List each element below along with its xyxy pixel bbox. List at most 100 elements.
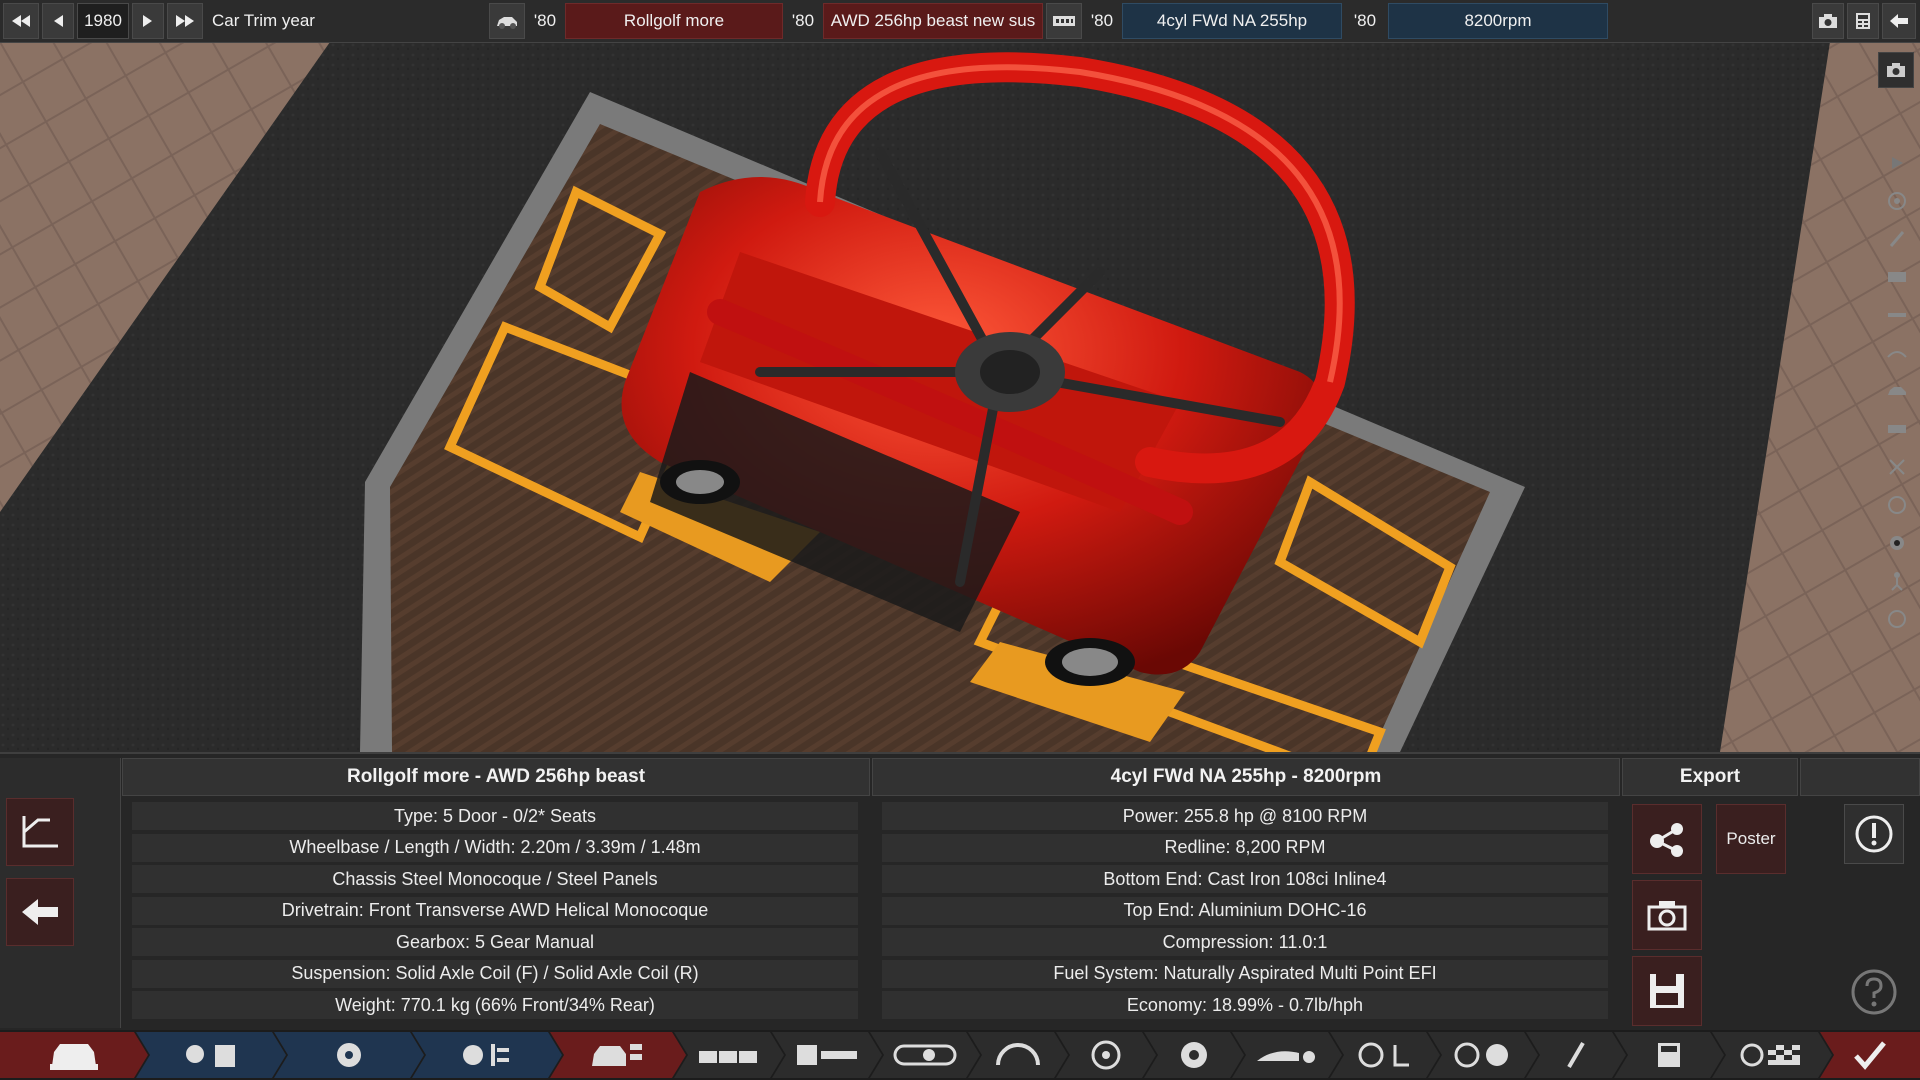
engine-compression-row: Compression: 11.0:1 bbox=[882, 928, 1608, 956]
car-type-row: Type: 5 Door - 0/2* Seats bbox=[132, 802, 858, 830]
calculator-icon bbox=[1656, 1041, 1682, 1069]
car-model-icon-button[interactable] bbox=[489, 3, 525, 39]
save-button[interactable] bbox=[1632, 956, 1702, 1026]
car-render-scene[interactable] bbox=[0, 42, 1920, 752]
sidebar-settings-button[interactable] bbox=[1880, 526, 1914, 560]
suspension-icon bbox=[996, 1043, 1040, 1067]
model-name-field[interactable]: Rollgolf more bbox=[565, 3, 783, 39]
next-year-button[interactable] bbox=[132, 3, 164, 39]
variant-name-field[interactable]: 8200rpm bbox=[1388, 3, 1608, 39]
export-header-filler bbox=[1800, 758, 1920, 796]
step-safety[interactable] bbox=[1428, 1032, 1538, 1078]
suspension-icon bbox=[1889, 459, 1905, 475]
car-trim-icon bbox=[590, 1040, 646, 1070]
car-weight-row: Weight: 770.1 kg (66% Front/34% Rear) bbox=[132, 991, 858, 1019]
calculator-button[interactable] bbox=[1847, 3, 1879, 39]
brush-icon bbox=[1889, 231, 1905, 247]
sidebar-engine-button[interactable] bbox=[1880, 260, 1914, 294]
car-front-icon bbox=[46, 1038, 102, 1072]
step-car-model[interactable] bbox=[0, 1032, 148, 1078]
designer-steps-bar bbox=[0, 1030, 1920, 1080]
engine-block-icon bbox=[1053, 16, 1075, 26]
step-engine-parts[interactable] bbox=[412, 1032, 562, 1078]
step-engine-family[interactable] bbox=[136, 1032, 286, 1078]
aero-icon bbox=[1255, 1043, 1319, 1067]
prev-icon bbox=[54, 15, 63, 27]
fixtures-icon bbox=[1561, 1041, 1591, 1069]
drivetrain-icon bbox=[795, 1043, 859, 1067]
top-bar: 1980 Car Trim year '80 Rollgolf more '80… bbox=[0, 0, 1920, 43]
settings-icon bbox=[1890, 536, 1904, 550]
car-summary-list: Type: 5 Door - 0/2* Seats Wheelbase / Le… bbox=[132, 802, 858, 1023]
help-button[interactable] bbox=[1844, 962, 1904, 1022]
sidebar-suspension-button[interactable] bbox=[1880, 450, 1914, 484]
back-button-top[interactable] bbox=[1882, 3, 1916, 39]
trim-name-field[interactable]: AWD 256hp beast new sus bbox=[823, 3, 1043, 39]
year-display[interactable]: 1980 bbox=[77, 3, 129, 39]
warning-icon bbox=[1855, 815, 1893, 853]
engine-economy-row: Economy: 18.99% - 0.7lb/hph bbox=[882, 991, 1608, 1019]
help-icon bbox=[1851, 969, 1897, 1015]
calculator-icon bbox=[1856, 13, 1870, 29]
step-drivetrain[interactable] bbox=[772, 1032, 882, 1078]
engine-icon-button[interactable] bbox=[1046, 3, 1082, 39]
sidebar-body-button[interactable] bbox=[1880, 298, 1914, 332]
car-dimensions-row: Wheelbase / Length / Width: 2.20m / 3.39… bbox=[132, 833, 858, 862]
engine-block-icon bbox=[329, 1040, 369, 1070]
step-car-body[interactable] bbox=[550, 1032, 686, 1078]
step-costs[interactable] bbox=[1614, 1032, 1724, 1078]
variant-year: '80 bbox=[1353, 11, 1377, 30]
sidebar-fixture-button[interactable] bbox=[1880, 336, 1914, 370]
export-photo-button[interactable] bbox=[1632, 880, 1702, 950]
viewport-tools bbox=[1876, 42, 1920, 642]
back-button[interactable] bbox=[6, 878, 74, 946]
step-interior[interactable] bbox=[1330, 1032, 1440, 1078]
car-icon bbox=[1888, 387, 1906, 395]
interior-icon bbox=[1357, 1041, 1413, 1069]
summary-panel: Rollgolf more - AWD 256hp beast Type: 5 … bbox=[0, 752, 1920, 1032]
gauge-flag-icon bbox=[1740, 1041, 1804, 1069]
engine-family-field[interactable]: 4cyl FWd NA 255hp bbox=[1122, 3, 1342, 39]
3d-viewport[interactable] bbox=[0, 42, 1920, 752]
car-summary-title: Rollgolf more - AWD 256hp beast bbox=[122, 758, 870, 796]
step-wheels[interactable] bbox=[1056, 1032, 1156, 1078]
sidebar-gearbox-button[interactable] bbox=[1880, 412, 1914, 446]
poster-button[interactable]: Poster bbox=[1716, 804, 1786, 874]
step-engine-block[interactable] bbox=[274, 1032, 424, 1078]
step-fixtures[interactable] bbox=[1526, 1032, 1626, 1078]
step-chassis[interactable] bbox=[674, 1032, 784, 1078]
step-testing[interactable] bbox=[1712, 1032, 1832, 1078]
sidebar-circle-button[interactable] bbox=[1880, 602, 1914, 636]
viewport-screenshot-button[interactable] bbox=[1878, 52, 1914, 88]
sidebar-tire-button[interactable] bbox=[1880, 488, 1914, 522]
next-icon bbox=[143, 15, 152, 27]
camera-icon bbox=[1819, 14, 1837, 28]
sidebar-driver-button[interactable] bbox=[1880, 564, 1914, 598]
safety-icon bbox=[1453, 1041, 1513, 1069]
trim-year: '80 bbox=[791, 11, 815, 30]
year-label: Car Trim year bbox=[212, 11, 315, 30]
engine-redline-row: Redline: 8,200 RPM bbox=[882, 833, 1608, 862]
share-button[interactable] bbox=[1632, 804, 1702, 874]
step-aero[interactable] bbox=[1232, 1032, 1342, 1078]
circle-icon bbox=[1888, 610, 1906, 628]
step-gearbox[interactable] bbox=[870, 1032, 980, 1078]
forward-year-button[interactable] bbox=[167, 3, 203, 39]
sidebar-play-button[interactable] bbox=[1880, 146, 1914, 180]
warnings-button[interactable] bbox=[1844, 804, 1904, 864]
car-drivetrain-row: Drivetrain: Front Transverse AWD Helical… bbox=[132, 896, 858, 925]
step-suspension[interactable] bbox=[968, 1032, 1068, 1078]
screenshot-button[interactable] bbox=[1812, 3, 1844, 39]
step-brakes[interactable] bbox=[1144, 1032, 1244, 1078]
wheel-icon bbox=[1090, 1039, 1122, 1071]
driver-icon bbox=[1891, 572, 1903, 591]
sidebar-paint-button[interactable] bbox=[1880, 222, 1914, 256]
sidebar-car-button[interactable] bbox=[1880, 374, 1914, 408]
prev-year-button[interactable] bbox=[42, 3, 74, 39]
rewind-year-button[interactable] bbox=[3, 3, 39, 39]
engine-summary-title: 4cyl FWd NA 255hp - 8200rpm bbox=[872, 758, 1620, 796]
engine-family-year: '80 bbox=[1090, 11, 1114, 30]
sidebar-wheel-button[interactable] bbox=[1880, 184, 1914, 218]
axes-view-button[interactable] bbox=[6, 798, 74, 866]
step-finish[interactable] bbox=[1820, 1032, 1920, 1078]
